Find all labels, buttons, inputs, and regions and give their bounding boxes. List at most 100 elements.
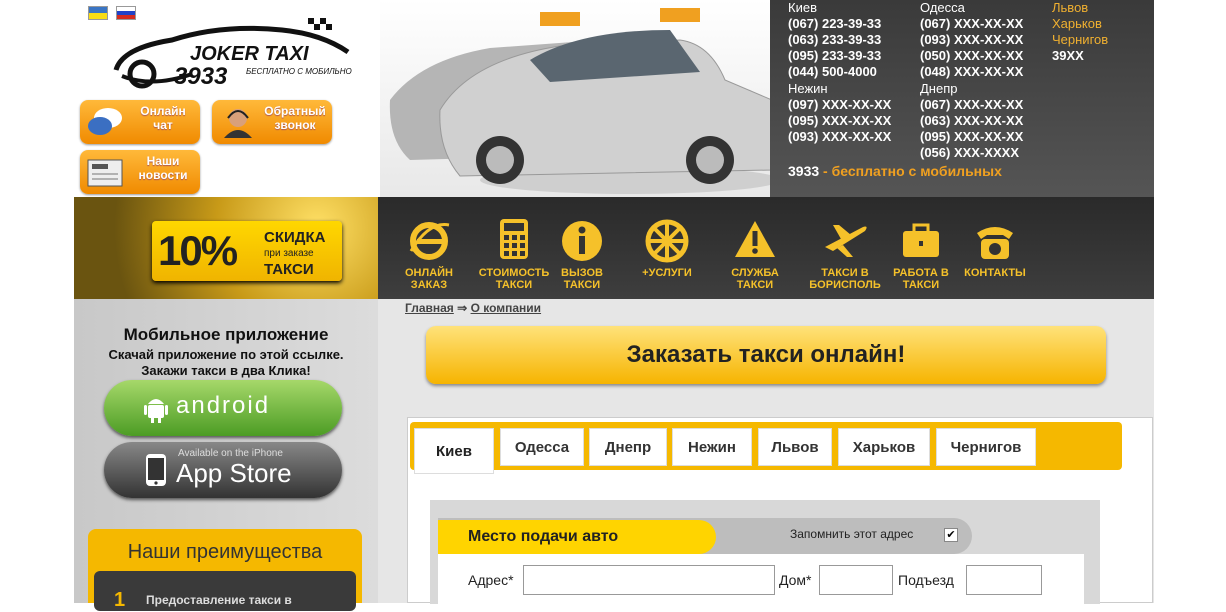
breadcrumb-arrow: ⇒ (457, 301, 468, 315)
newspaper-icon (87, 159, 123, 187)
nav-label: ТАКСИ (736, 279, 774, 291)
warning-icon (735, 221, 775, 257)
phone-number[interactable]: (095) 233-39-33 (788, 48, 881, 64)
phone-number[interactable]: (067) XXX-XX-XX (920, 16, 1023, 32)
tab-chernihiv[interactable]: Чернигов (936, 428, 1036, 466)
free-code[interactable]: 3933 (788, 163, 819, 179)
iphone-icon (146, 454, 166, 486)
city-chernihiv: Чернигов (1052, 32, 1109, 47)
phone-icon (977, 227, 1013, 259)
phones-dnepr: Днепр (067) XXX-XX-XX (063) XXX-XX-XX (0… (920, 81, 1023, 161)
phone-number[interactable]: (044) 500-4000 (788, 64, 881, 80)
phone-number[interactable]: (063) XXX-XX-XX (920, 113, 1023, 129)
joker-taxi-logo[interactable]: JOKER TAXI 3933 БЕСПЛАТНО С МОБИЛЬНОГО (112, 18, 352, 92)
entrance-input[interactable] (966, 565, 1042, 595)
nav-label: ЗАКАЗ (410, 279, 448, 291)
phones-kiev: Киев (067) 223-39-33 (063) 233-39-33 (09… (788, 0, 881, 80)
phone-number[interactable]: (095) XXX-XX-XX (920, 129, 1023, 145)
address-row: Адрес* Дом* Подъезд (438, 554, 1084, 604)
phone-number[interactable]: (093) XXX-XX-XX (788, 129, 891, 145)
online-chat-label: Онлайн чат (140, 104, 186, 132)
nav-label: СТОИМОСТЬ (478, 267, 550, 279)
phone-number[interactable]: (067) 223-39-33 (788, 16, 881, 32)
phone-number[interactable]: (067) XXX-XX-XX (920, 97, 1023, 113)
phone-number[interactable]: (097) XXX-XX-XX (788, 97, 891, 113)
city-dnepr: Днепр (920, 81, 958, 96)
android-label: android (176, 392, 271, 419)
wheel-icon (645, 219, 689, 263)
nav-call-taxi[interactable]: ВЫЗОВ ТАКСИ (552, 197, 612, 299)
phones-nezhin: Нежин (097) XXX-XX-XX (095) XXX-XX-XX (0… (788, 81, 891, 145)
ukraine-flag-icon[interactable] (88, 6, 108, 20)
sidebar: Мобильное приложение Скачай приложение п… (74, 299, 378, 611)
advantages-box: Наши преимущества 1 Предоставление такси… (88, 529, 362, 611)
tab-dnepr[interactable]: Днепр (589, 428, 667, 466)
page: JOKER TAXI 3933 БЕСПЛАТНО С МОБИЛЬНОГО О… (74, 0, 1154, 611)
online-chat-button[interactable]: Онлайн чат (80, 100, 200, 144)
taxi-cars-image (380, 0, 772, 197)
address-input[interactable] (523, 565, 775, 595)
operator-icon (224, 109, 252, 138)
pickup-header: Место подачи авто Запомнить этот адрес ✔ (438, 518, 972, 554)
chat-bubble-icon (88, 108, 122, 135)
app-subtitle-line: Скачай приложение по этой ссылке. (108, 347, 344, 362)
header: JOKER TAXI 3933 БЕСПЛАТНО С МОБИЛЬНОГО О… (74, 0, 1154, 197)
nav-label: ВЫЗОВ (561, 267, 603, 279)
discount-banner[interactable]: 10% СКИДКА при заказе ТАКСИ (74, 197, 378, 299)
tab-lviv[interactable]: Львов (758, 428, 832, 466)
app-store-button[interactable]: Available on the iPhone App Store (104, 442, 342, 498)
callback-button[interactable]: Обратный звонок (212, 100, 332, 144)
city-kiev: Киев (788, 0, 817, 15)
city-odessa: Одесса (920, 0, 965, 15)
city-tabs: Киев Одесса Днепр Нежин Львов Харьков Че… (410, 422, 1122, 474)
order-panel: Киев Одесса Днепр Нежин Львов Харьков Че… (407, 417, 1153, 604)
phone-number[interactable]: (048) XXX-XX-XX (920, 64, 1023, 80)
nav-taxi-service[interactable]: СЛУЖБА ТАКСИ (720, 197, 790, 299)
news-button[interactable]: Наши новости (80, 150, 200, 194)
tab-odessa[interactable]: Одесса (500, 428, 584, 466)
phone-code[interactable]: 39XX (1052, 48, 1108, 64)
discount-word: СКИДКА (264, 229, 326, 246)
nav-label: ТАКСИ (495, 279, 533, 291)
nav-label: ТАКСИ (563, 279, 601, 291)
breadcrumb-home[interactable]: Главная (405, 301, 454, 315)
logo-tagline: БЕСПЛАТНО С МОБИЛЬНОГО (246, 67, 352, 76)
advantage-number: 1 (114, 589, 126, 611)
tab-kiev[interactable]: Киев (414, 428, 494, 474)
nav-label: РАБОТА В (893, 267, 949, 279)
phone-block: Киев (067) 223-39-33 (063) 233-39-33 (09… (770, 0, 1154, 197)
logo-number: 3933 (174, 63, 228, 90)
nav-label: ТАКСИ (902, 279, 940, 291)
phone-number[interactable]: (056) XXX-XXXX (920, 145, 1023, 161)
nav-taxi-price[interactable]: СТОИМОСТЬ ТАКСИ (474, 197, 554, 299)
breadcrumb-current[interactable]: О компании (471, 301, 542, 315)
nav-online-order[interactable]: ОНЛАЙН ЗАКАЗ (394, 197, 464, 299)
plane-icon (825, 225, 867, 257)
nav-label: ОНЛАЙН (404, 267, 453, 279)
ie-icon (409, 222, 450, 260)
nav-services[interactable]: +УСЛУГИ (632, 197, 702, 299)
order-taxi-online-button[interactable]: Заказать такси онлайн! (426, 326, 1106, 384)
phone-number[interactable]: (095) XXX-XX-XX (788, 113, 891, 129)
city-kharkiv: Харьков (1052, 16, 1102, 31)
nav-jobs[interactable]: РАБОТА В ТАКСИ (886, 197, 956, 299)
tab-nezhin[interactable]: Нежин (672, 428, 752, 466)
discount-taxi: ТАКСИ (264, 261, 314, 278)
logo-brand: JOKER TAXI (190, 43, 309, 65)
nav-label: СЛУЖБА (731, 267, 779, 279)
nav-boryspil[interactable]: ТАКСИ В БОРИСПОЛЬ (804, 197, 886, 299)
house-input[interactable] (819, 565, 893, 595)
phone-number[interactable]: (093) XXX-XX-XX (920, 32, 1023, 48)
nav-contacts[interactable]: КОНТАКТЫ (960, 197, 1030, 299)
android-app-button[interactable]: android (104, 380, 342, 436)
entrance-label: Подъезд (898, 572, 954, 588)
pickup-title: Место подачи авто (438, 520, 716, 554)
free-mobile-line: 3933 - бесплатно с мобильных (788, 163, 1002, 179)
free-text: - бесплатно с мобильных (823, 163, 1002, 179)
remember-address-checkbox[interactable]: ✔ (944, 528, 958, 542)
city-nezhin: Нежин (788, 81, 828, 96)
phone-number[interactable]: (050) XXX-XX-XX (920, 48, 1023, 64)
tab-kharkiv[interactable]: Харьков (838, 428, 930, 466)
nav-label: ТАКСИ В (821, 267, 869, 279)
phone-number[interactable]: (063) 233-39-33 (788, 32, 881, 48)
